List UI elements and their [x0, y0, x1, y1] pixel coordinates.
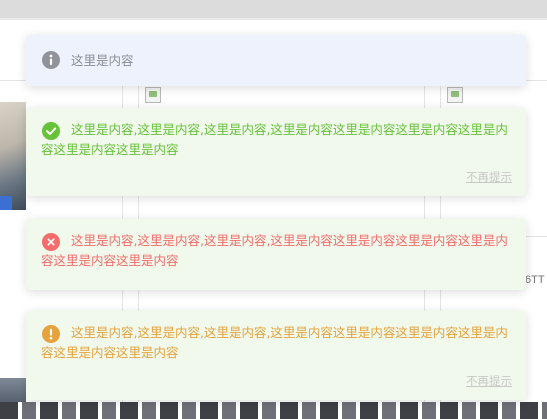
dont-show-again-link[interactable]: 不再提示 [466, 374, 512, 388]
notification-message: 这里是内容 [71, 53, 134, 68]
notification-message: 这里是内容,这里是内容,这里是内容,这里是内容这里是内容这里是内容这里是内容这里… [41, 122, 508, 157]
background-thumbnail [0, 102, 26, 210]
notification-warning: 这里是内容,这里是内容,这里是内容,这里是内容这里是内容这里是内容这里是内容这里… [26, 311, 526, 400]
notification-info: 这里是内容 [26, 35, 526, 86]
background-divider [524, 236, 547, 237]
notification-message: 这里是内容,这里是内容,这里是内容,这里是内容这里是内容这里是内容这里是内容这里… [41, 325, 508, 360]
close-icon [42, 233, 60, 251]
background-topbar [0, 0, 547, 18]
exclamation-icon [42, 325, 60, 343]
broken-image-icon [145, 87, 161, 103]
background-image-strip [0, 402, 547, 419]
background-cell-text: 6TT [525, 274, 545, 286]
notification-success: 这里是内容,这里是内容,这里是内容,这里是内容这里是内容这里是内容这里是内容这里… [26, 108, 526, 196]
broken-image-icon [447, 87, 463, 103]
check-icon [42, 122, 60, 140]
notification-error: 这里是内容,这里是内容,这里是内容,这里是内容这里是内容这里是内容这里是内容这里… [26, 219, 526, 290]
info-icon [42, 51, 60, 69]
notification-message: 这里是内容,这里是内容,这里是内容,这里是内容这里是内容这里是内容这里是内容这里… [41, 233, 508, 268]
dont-show-again-link[interactable]: 不再提示 [466, 170, 512, 184]
